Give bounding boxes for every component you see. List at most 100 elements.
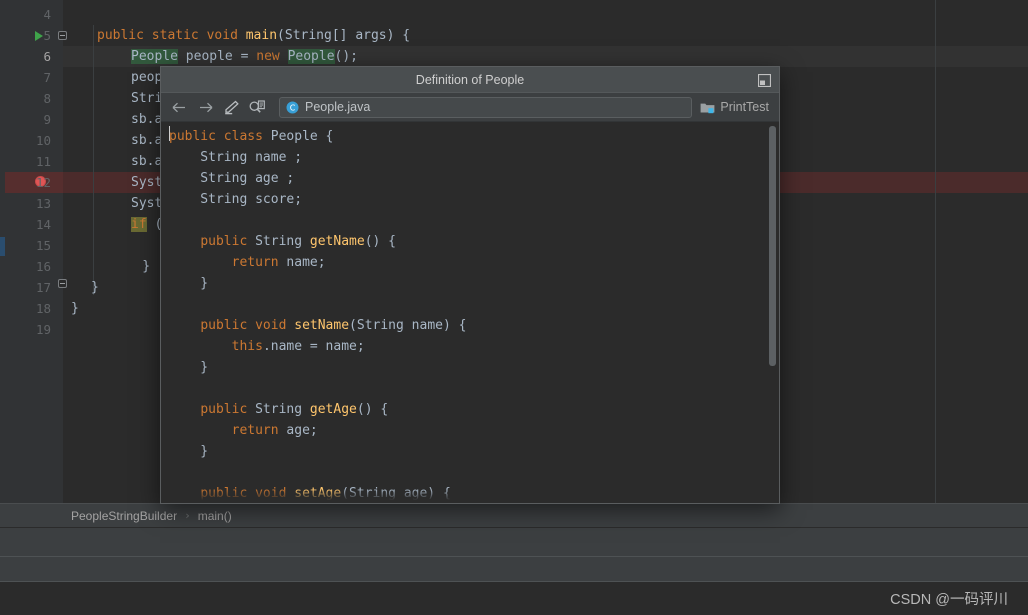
code-token: static: [151, 28, 207, 43]
code-token: People: [131, 49, 178, 64]
popup-caret: [169, 126, 170, 141]
line-number: 15: [35, 238, 51, 253]
code-token: if: [131, 217, 147, 232]
code-token: public: [200, 318, 256, 333]
popup-code-line[interactable]: public class People {: [169, 126, 333, 147]
code-token: this: [231, 339, 263, 354]
lower-panel-upper: [0, 527, 1028, 556]
editor-line[interactable]: public static void main(String[] args) {: [71, 25, 1028, 46]
popup-scrollbar-thumb[interactable]: [769, 126, 776, 366]
popup-file-chip[interactable]: C People.java: [279, 96, 693, 118]
code-token: public: [200, 234, 256, 249]
line-number: 13: [35, 196, 51, 211]
popup-title-text: Definition of People: [415, 72, 525, 87]
editor-line[interactable]: [71, 4, 1028, 25]
popup-code-line[interactable]: String score;: [169, 189, 302, 210]
code-token: getName: [309, 234, 365, 249]
popup-code-line[interactable]: }: [169, 273, 208, 294]
line-number: 10: [35, 133, 51, 148]
breadcrumb-item-class[interactable]: PeopleStringBuilder: [71, 509, 177, 523]
popup-code-line[interactable]: [169, 378, 177, 399]
code-token: return: [231, 423, 287, 438]
code-token: main: [245, 28, 278, 43]
code-token: (String name) {: [349, 318, 467, 333]
code-token: String: [255, 402, 310, 417]
code-token: class: [223, 129, 271, 144]
popup-code-line[interactable]: [169, 462, 177, 483]
popup-bottom-fade: [161, 489, 779, 503]
popup-toolbar[interactable]: C People.java PrintTest: [161, 93, 779, 122]
breadcrumb-bar[interactable]: PeopleStringBuilder › main(): [0, 503, 1028, 527]
definition-popup[interactable]: Definition of People C People.java Print…: [160, 66, 780, 504]
module-folder-icon: [700, 101, 715, 114]
code-token: age;: [286, 423, 318, 438]
popup-file-name: People.java: [305, 100, 371, 114]
popup-title-bar[interactable]: Definition of People: [161, 67, 779, 93]
ide-window: public static void main(String[] args) {…: [0, 0, 1028, 615]
editor-line[interactable]: People people = new People();: [71, 46, 1028, 67]
move-to-editor-icon[interactable]: [755, 71, 773, 89]
fold-collapse-icon-5[interactable]: [58, 31, 67, 40]
code-token: public: [200, 402, 256, 417]
popup-code-line[interactable]: public String getName() {: [169, 231, 396, 252]
line-number: 12: [35, 175, 51, 190]
code-token: People: [287, 49, 335, 64]
popup-module-name: PrintTest: [720, 100, 769, 114]
line-number: 18: [35, 301, 51, 316]
code-token: () {: [364, 234, 397, 249]
java-class-icon: C: [286, 101, 299, 114]
popup-code-viewer[interactable]: public class People { String name ; Stri…: [161, 122, 779, 503]
line-number: 17: [35, 280, 51, 295]
line-number: 19: [35, 322, 51, 337]
line-number: 14: [35, 217, 51, 232]
popup-code-line[interactable]: [169, 210, 177, 231]
code-token: public: [169, 129, 224, 144]
code-token: void: [255, 318, 295, 333]
code-token: .name = name;: [262, 339, 365, 354]
code-token: }: [91, 280, 99, 295]
popup-code-line[interactable]: String age ;: [169, 168, 294, 189]
popup-code-line[interactable]: [169, 294, 177, 315]
edit-source-icon[interactable]: [219, 96, 243, 118]
watermark-bar: CSDN @一码评川: [0, 581, 1028, 615]
code-token: }: [71, 301, 79, 316]
popup-code-line[interactable]: }: [169, 357, 208, 378]
forward-arrow-icon[interactable]: [193, 96, 217, 118]
code-token: People {: [270, 129, 334, 144]
popup-code-line[interactable]: }: [169, 441, 208, 462]
back-arrow-icon[interactable]: [167, 96, 191, 118]
popup-code-line[interactable]: return age;: [169, 420, 318, 441]
watermark-text: CSDN @一码评川: [890, 592, 1008, 608]
popup-code-line[interactable]: this.name = name;: [169, 336, 365, 357]
popup-module-chip[interactable]: PrintTest: [700, 100, 773, 114]
line-number: 9: [43, 112, 51, 127]
editor-fold-gutter[interactable]: [63, 0, 71, 503]
line-number: 16: [35, 259, 51, 274]
code-token: void: [206, 28, 246, 43]
fold-collapse-icon-17[interactable]: [58, 279, 67, 288]
popup-code-line[interactable]: return name;: [169, 252, 326, 273]
code-token: public: [97, 28, 152, 43]
lower-panel-status: [0, 556, 1028, 581]
code-token: String age ;: [169, 171, 295, 186]
code-token: String: [255, 234, 310, 249]
popup-code-line[interactable]: public void setName(String name) {: [169, 315, 466, 336]
popup-code-line[interactable]: public String getAge() {: [169, 399, 388, 420]
popup-code-line[interactable]: String name ;: [169, 147, 302, 168]
breadcrumb-item-method[interactable]: main(): [198, 509, 232, 523]
code-token: }: [169, 276, 209, 291]
code-token: String score;: [169, 192, 303, 207]
code-token: new: [256, 49, 288, 64]
code-token: }: [169, 360, 209, 375]
line-number: 11: [35, 154, 51, 169]
line-number: 7: [43, 70, 51, 85]
code-token: String name ;: [169, 150, 303, 165]
breadcrumb-separator-icon: ›: [184, 509, 191, 522]
find-usages-icon[interactable]: [245, 96, 269, 118]
code-token: (String[] args) {: [277, 28, 411, 43]
